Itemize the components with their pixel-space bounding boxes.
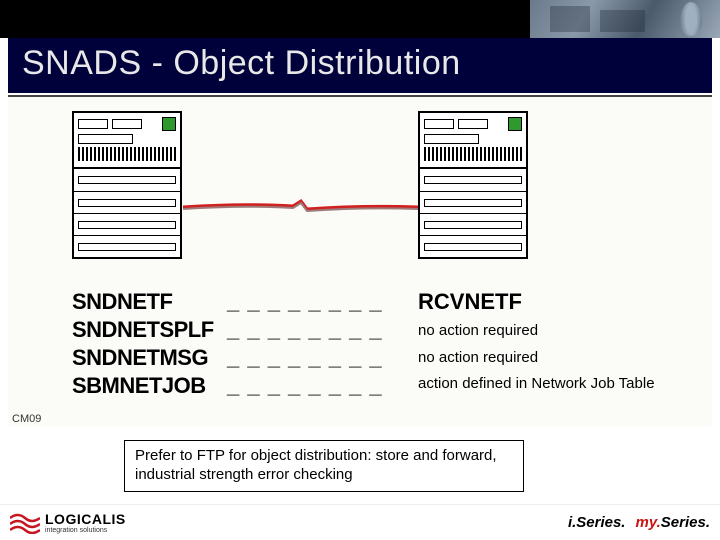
slide-title: SNADS - Object Distribution: [22, 44, 698, 83]
rcv-note: no action required: [418, 350, 682, 367]
connection-cable-icon: [183, 197, 418, 213]
cmd-label: SNDNETMSG: [72, 345, 227, 371]
diagram-canvas: SNDNETF _ _ _ _ _ _ _ _ SNDNETSPLF _ _ _…: [8, 97, 712, 427]
rcv-note: no action required: [418, 323, 682, 340]
title-bar: SNADS - Object Distribution: [8, 38, 712, 93]
cmd-dashes: _ _ _ _ _ _ _ _: [227, 373, 383, 399]
send-commands-column: SNDNETF _ _ _ _ _ _ _ _ SNDNETSPLF _ _ _…: [72, 289, 418, 403]
cmd-label: SNDNETSPLF: [72, 317, 227, 343]
receive-commands-column: RCVNETF no action required no action req…: [418, 289, 682, 403]
cmd-dashes: _ _ _ _ _ _ _ _: [227, 317, 383, 343]
command-columns: SNDNETF _ _ _ _ _ _ _ _ SNDNETSPLF _ _ _…: [72, 289, 682, 403]
cmd-label: SNDNETF: [72, 289, 227, 315]
callout-box: Prefer to FTP for object distribution: s…: [124, 440, 524, 492]
cmd-dashes: _ _ _ _ _ _ _ _: [227, 289, 383, 315]
footer-bar: LOGICALIS integration solutions i.Series…: [0, 504, 720, 540]
cmd-row: SNDNETF _ _ _ _ _ _ _ _: [72, 289, 418, 315]
cmd-row: SBMNETJOB _ _ _ _ _ _ _ _: [72, 373, 418, 399]
cmd-row: SNDNETSPLF _ _ _ _ _ _ _ _: [72, 317, 418, 343]
cmd-row: SNDNETMSG _ _ _ _ _ _ _ _: [72, 345, 418, 371]
callout-text: Prefer to FTP for object distribution: s…: [135, 447, 497, 483]
logicalis-waves-icon: [10, 512, 40, 534]
logicalis-tagline: integration solutions: [45, 527, 126, 534]
cmd-label: SBMNETJOB: [72, 373, 227, 399]
header-black-bar: [0, 0, 530, 38]
myseries-label: my.Series.: [635, 514, 710, 531]
header-skyline-photo: [530, 0, 720, 38]
top-header-strip: [0, 0, 720, 38]
rcv-note: action defined in Network Job Table: [418, 376, 682, 393]
logicalis-logo: LOGICALIS integration solutions: [10, 512, 126, 534]
logicalis-name: LOGICALIS: [45, 512, 126, 526]
cmd-dashes: _ _ _ _ _ _ _ _: [227, 345, 383, 371]
slide-code: CM09: [12, 413, 41, 425]
rcv-label: RCVNETF: [418, 289, 682, 315]
footer-right-brands: i.Series. my.Series.: [568, 514, 710, 531]
gherkin-building-icon: [680, 2, 702, 36]
server-right-icon: [418, 111, 528, 259]
server-left-icon: [72, 111, 182, 259]
iseries-label: i.Series.: [568, 514, 626, 531]
